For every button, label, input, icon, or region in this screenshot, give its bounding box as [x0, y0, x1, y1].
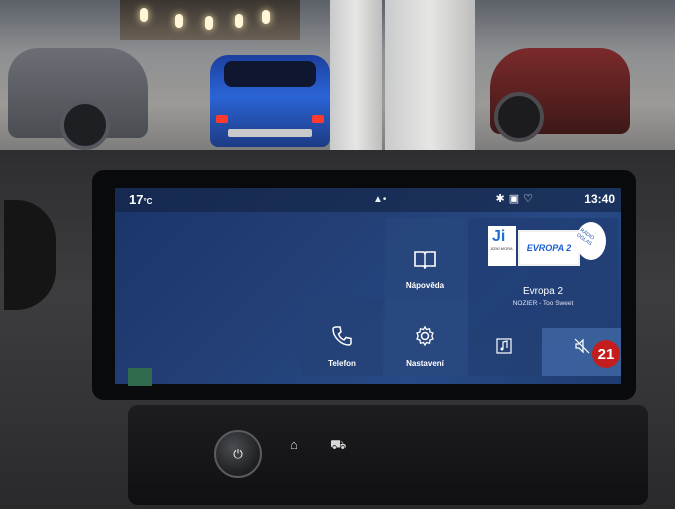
phone-label: Telefon — [328, 359, 356, 368]
ceiling-light — [175, 14, 183, 28]
home-hardkey-icon[interactable]: ⌂ — [290, 437, 298, 452]
bluetooth-icon: ✱ — [495, 193, 509, 205]
phone-icon — [332, 326, 352, 346]
music-source-button[interactable] — [468, 328, 540, 376]
station-logo-evropa2: EVROPA 2 — [518, 230, 580, 266]
air-vent — [4, 200, 56, 310]
grey-suv — [8, 48, 148, 150]
track-name: NOZIER - Too Sweet — [512, 300, 574, 307]
help-label: Nápověda — [405, 281, 445, 290]
wheel — [60, 100, 110, 150]
rear-window — [224, 61, 316, 87]
bumper — [228, 129, 312, 137]
photo-number-badge: 21 — [592, 340, 620, 368]
home-indicator-icon: ▲• — [373, 194, 387, 205]
help-tile[interactable]: Nápověda — [385, 218, 465, 298]
status-bar: 17°C ▲• ✱▣♡ 13:40 — [115, 188, 621, 212]
wheel — [494, 92, 544, 142]
photo-scene: 17°C ▲• ✱▣♡ 13:40 Nápověda Telefon Nasta… — [0, 0, 675, 509]
pillar — [330, 0, 382, 150]
ceiling-light — [205, 16, 213, 30]
settings-tile[interactable]: Nastavení — [385, 298, 465, 376]
pillar — [385, 0, 475, 150]
power-volume-knob[interactable]: ⏻ — [214, 430, 262, 478]
signal-icon: ♡ — [523, 193, 537, 205]
clock: 13:40 — [584, 192, 615, 206]
dark-red-car — [490, 48, 630, 142]
station-name: Evropa 2 — [522, 286, 564, 297]
station-logo-right: RÁDIO OGLAS — [575, 222, 606, 260]
tail-light — [312, 115, 324, 123]
infotainment-screen: 17°C ▲• ✱▣♡ 13:40 Nápověda Telefon Nasta… — [115, 188, 621, 384]
phone-tile[interactable]: Telefon — [301, 298, 383, 376]
ceiling-light — [235, 14, 243, 28]
center-console — [128, 405, 648, 505]
outside-temperature: 17°C — [129, 192, 153, 207]
settings-label: Nastavení — [406, 359, 444, 368]
car-hardkey-icon[interactable]: ⛟ — [330, 437, 346, 455]
speaker-mute-icon — [574, 338, 589, 354]
gear-icon — [416, 325, 434, 347]
tail-light — [216, 115, 228, 123]
status-icons: ✱▣♡ — [496, 192, 538, 205]
ceiling-light — [140, 8, 148, 22]
book-icon — [414, 251, 436, 269]
power-icon: ⏻ — [233, 446, 243, 461]
car-icon: ▣ — [508, 193, 524, 205]
screen-corner-indicator — [128, 368, 152, 386]
station-logo-left: Ji JIZNÍ MORA — [488, 226, 516, 266]
radio-widget[interactable]: Ji JIZNÍ MORA EVROPA 2 RÁDIO OGLAS Evrop… — [468, 218, 618, 346]
music-note-icon — [496, 338, 512, 354]
showroom-background — [0, 0, 675, 175]
blue-car — [210, 55, 330, 147]
ceiling-light — [262, 10, 270, 24]
